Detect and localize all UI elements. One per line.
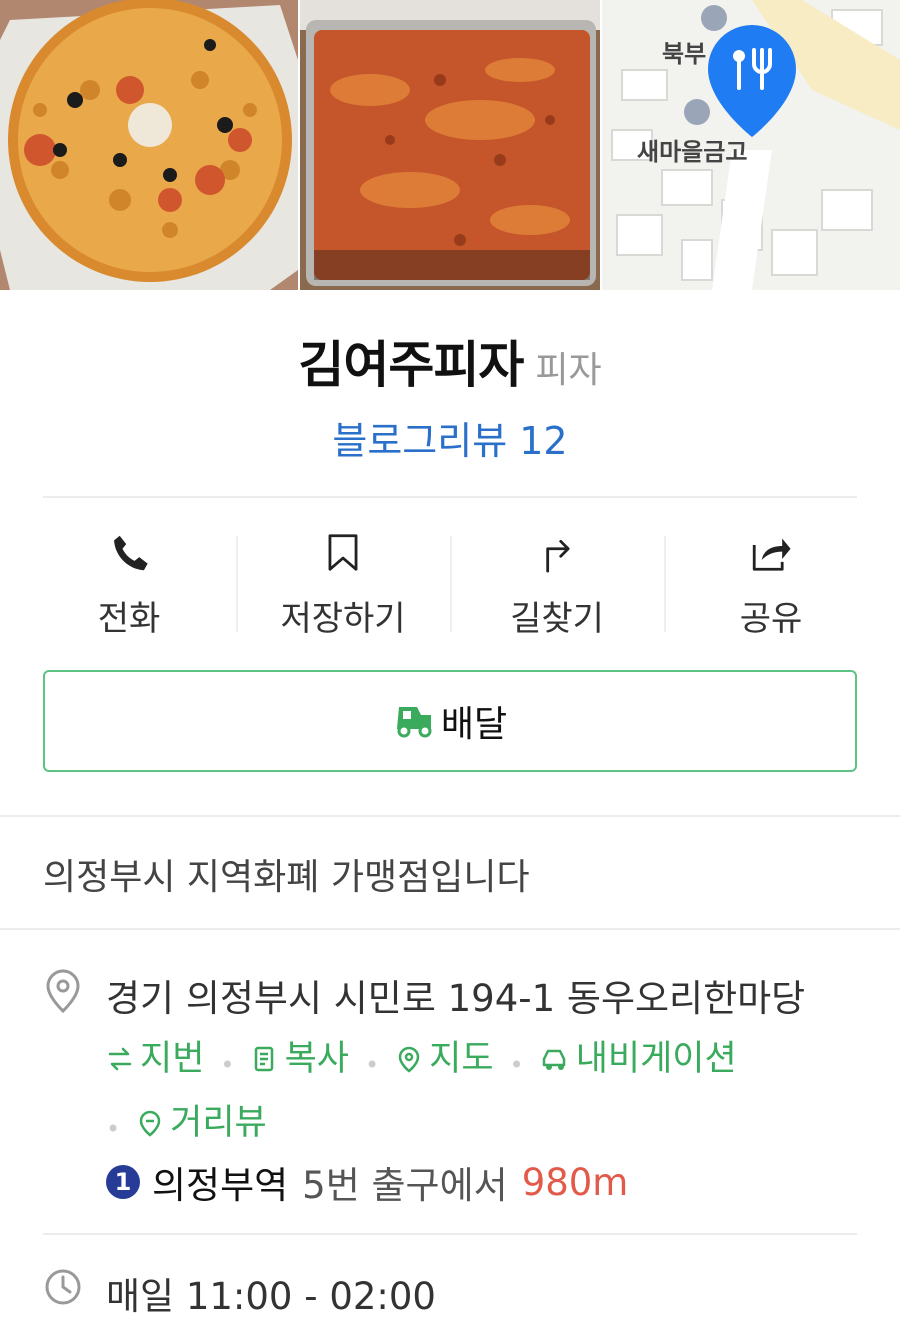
directions-button[interactable]: 길찾기 (450, 520, 664, 640)
subway-info: 1 의정부역 5번 출구에서 980m (106, 1155, 628, 1209)
station-name: 의정부역 (152, 1164, 289, 1207)
tteokbokki-photo[interactable] (300, 0, 600, 290)
lot-number-label: 지번 (140, 1039, 205, 1079)
bookmark-icon (328, 534, 358, 571)
directions-icon (546, 539, 570, 573)
blog-review-link[interactable]: 블로그리뷰 12 (0, 410, 900, 465)
separator-dot: • (364, 1051, 380, 1079)
address-text: 경기 의정부시 시민로 194-1 동우오리한마당 (106, 977, 806, 1020)
navigation-label: 내비게이션 (575, 1039, 737, 1079)
map-label: 지도 (429, 1039, 494, 1079)
copy-icon (254, 1046, 273, 1072)
street-view-icon (139, 1110, 161, 1137)
clock-icon (45, 1269, 81, 1305)
lot-number-link[interactable]: 지번 (106, 1030, 204, 1088)
navigation-link[interactable]: 내비게이션 (540, 1030, 737, 1088)
copy-link[interactable]: 복사 (251, 1030, 349, 1088)
delivery-button[interactable]: 배달 (43, 670, 857, 772)
subway-line-badge: 1 (106, 1165, 140, 1199)
separator-dot: • (220, 1051, 235, 1079)
swap-icon (108, 1047, 132, 1071)
action-bar: 전화 저장하기 길찾기 공유 (22, 520, 878, 640)
save-button[interactable]: 저장하기 (236, 520, 450, 640)
divider (43, 1233, 857, 1235)
pizza-photo[interactable] (0, 0, 298, 290)
location-pin-icon (46, 969, 80, 1014)
place-name: 김여주피자 (298, 336, 524, 394)
photo-strip: 북부 새마을금고 (0, 0, 900, 290)
map-label-bukbu: 북부 (662, 41, 706, 68)
section-divider (0, 928, 900, 930)
delivery-truck-icon (396, 707, 432, 738)
local-currency-notice: 의정부시 지역화폐 가맹점입니다 (43, 857, 530, 898)
map-link[interactable]: 지도 (395, 1030, 494, 1088)
street-view-label: 거리뷰 (170, 1103, 267, 1143)
share-icon (752, 538, 791, 571)
directions-label: 길찾기 (510, 599, 604, 639)
business-hours: 매일 11:00 - 02:00 (106, 1275, 436, 1318)
map-pin-icon (398, 1046, 420, 1073)
title-row: 김여주피자 피자 (0, 325, 900, 397)
delivery-label: 배달 (440, 704, 508, 745)
separator-dot: • (509, 1051, 524, 1079)
separator-dot: • (106, 1115, 121, 1143)
copy-label: 복사 (284, 1039, 349, 1079)
station-distance: 980m (521, 1160, 629, 1204)
share-button[interactable]: 공유 (664, 520, 878, 640)
divider (43, 496, 857, 498)
map-thumbnail[interactable]: 북부 새마을금고 (602, 0, 900, 290)
map-label-saemaeul: 새마을금고 (637, 139, 747, 166)
phone-icon (114, 535, 148, 571)
call-label: 전화 (97, 599, 161, 639)
save-label: 저장하기 (280, 599, 406, 639)
call-button[interactable]: 전화 (22, 520, 236, 640)
place-category: 피자 (535, 350, 602, 391)
address-actions: 지번 • 복사 • 지도 • 내비게이션 • 거리뷰 (106, 1030, 866, 1158)
station-exit: 5번 출구에서 (302, 1164, 508, 1207)
street-view-link[interactable]: 거리뷰 (136, 1094, 267, 1152)
car-icon (542, 1049, 565, 1070)
share-label: 공유 (739, 599, 803, 639)
section-divider (0, 815, 900, 817)
